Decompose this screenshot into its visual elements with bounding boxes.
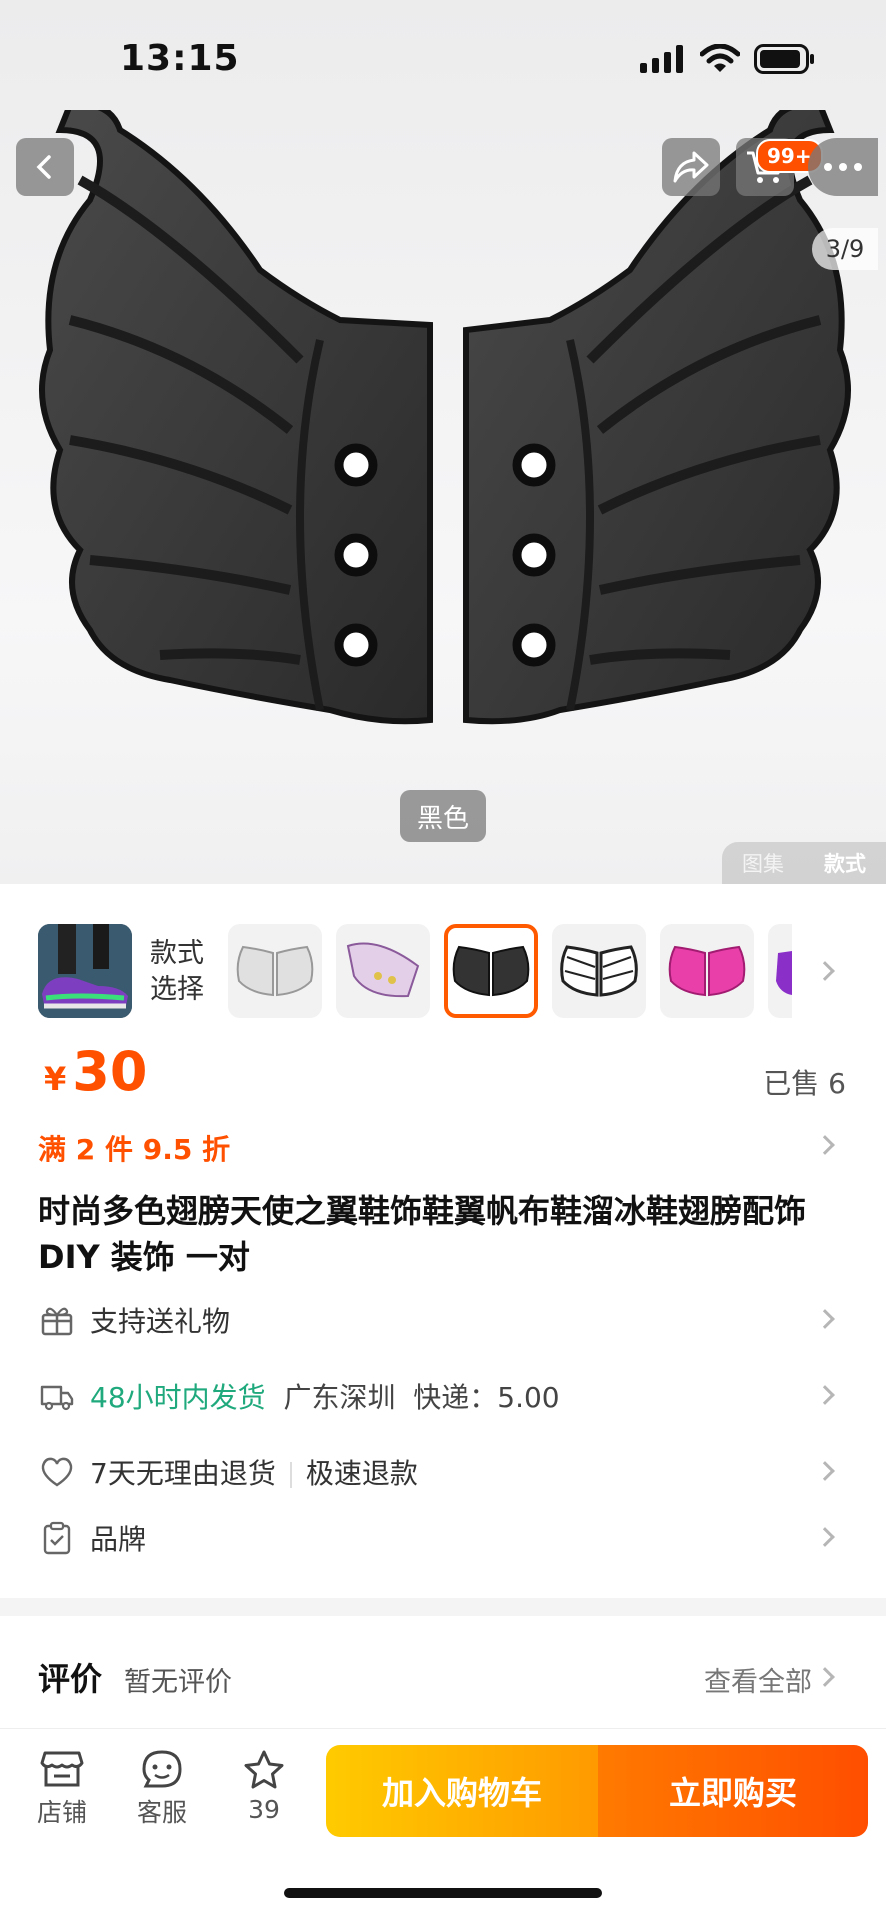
- battery-icon: [754, 44, 814, 74]
- share-icon: [673, 151, 709, 183]
- left-wing: [39, 110, 433, 725]
- brand-text: 品牌: [90, 1523, 147, 1556]
- product-title: 时尚多色翅膀天使之翼鞋饰鞋翼帆布鞋溜冰鞋翅膀配饰 DIY 装饰 一对: [38, 1192, 807, 1276]
- sold-count: 已售 6: [763, 1067, 846, 1100]
- currency-symbol: ¥: [44, 1060, 67, 1098]
- back-button[interactable]: [16, 138, 74, 196]
- price-amount: 30: [72, 1040, 148, 1103]
- gift-icon: [41, 1307, 73, 1336]
- lilac-wings-icon: [346, 942, 420, 998]
- gift-row[interactable]: 支持送礼物: [0, 1290, 886, 1350]
- more-options-button[interactable]: [808, 138, 878, 196]
- customer-service-label: 客服: [136, 1798, 187, 1827]
- chat-face-icon: [142, 1750, 182, 1788]
- cellular-signal-icon: [640, 45, 683, 73]
- chevron-right-icon: [815, 1667, 835, 1687]
- status-bar: 13:15: [0, 0, 886, 120]
- clipboard-check-icon: [43, 1521, 71, 1555]
- star-icon: [244, 1750, 284, 1789]
- store-icon: [40, 1751, 84, 1787]
- striped-wings-icon: [560, 945, 638, 997]
- promotion-text[interactable]: 满 2 件 9.5 折: [38, 1128, 230, 1168]
- refund-text: 极速退款: [305, 1457, 418, 1490]
- chevron-left-icon: [36, 155, 51, 179]
- image-counter: 3/9: [812, 228, 878, 270]
- add-to-cart-button[interactable]: 加入购物车: [326, 1745, 598, 1837]
- customer-service-button[interactable]: 客服: [122, 1749, 202, 1829]
- variant-color-chip: 黑色: [400, 790, 486, 842]
- section-divider: [0, 1598, 886, 1616]
- right-wing: [463, 110, 851, 725]
- style-option-white[interactable]: [228, 924, 322, 1018]
- white-wings-icon: [236, 945, 314, 997]
- chevron-right-icon[interactable]: [815, 961, 835, 981]
- chevron-right-icon: [815, 1309, 835, 1329]
- chevron-right-icon: [815, 1385, 835, 1405]
- status-time: 13:15: [120, 38, 240, 79]
- chevron-right-icon[interactable]: [815, 1135, 835, 1155]
- home-indicator[interactable]: [284, 1888, 602, 1898]
- chevron-right-icon: [815, 1461, 835, 1481]
- sneaker-photo: [38, 924, 132, 1018]
- reviews-title: 评价: [38, 1660, 103, 1698]
- style-selector: 款式 选择: [0, 920, 886, 1020]
- tab-styles[interactable]: 款式: [824, 848, 866, 878]
- style-option-pink[interactable]: [660, 924, 754, 1018]
- share-button[interactable]: [662, 138, 720, 196]
- product-image-black-wings: [39, 110, 851, 725]
- chevron-right-icon: [815, 1527, 835, 1547]
- heart-shield-icon: [41, 1457, 73, 1487]
- delivery-truck-icon: [40, 1385, 74, 1411]
- favorite-button[interactable]: 39: [224, 1749, 304, 1824]
- shop-label: 店铺: [36, 1798, 87, 1827]
- shipping-fee-text: 快递：5.00: [413, 1381, 560, 1414]
- brand-row[interactable]: 品牌: [0, 1508, 886, 1568]
- style-option-purple[interactable]: [768, 924, 792, 1018]
- view-all-reviews-link[interactable]: 查看全部: [704, 1660, 812, 1699]
- shipping-fast-text: 48小时内发货: [90, 1381, 266, 1414]
- more-dots-icon: [824, 163, 832, 171]
- reviews-section[interactable]: 评价 暂无评价 查看全部: [0, 1640, 886, 1710]
- buy-now-button[interactable]: 立即购买: [598, 1745, 868, 1837]
- shipping-origin-text: 广东深圳: [283, 1381, 396, 1414]
- returns-row[interactable]: 7天无理由退货 极速退款: [0, 1442, 886, 1502]
- product-image-gallery[interactable]: 99+ 3/9 黑色 图集 款式: [0, 0, 886, 884]
- gift-text: 支持送礼物: [90, 1305, 231, 1338]
- style-option-black[interactable]: [444, 924, 538, 1018]
- returns-text: 7天无理由退货: [90, 1457, 276, 1490]
- tab-gallery[interactable]: 图集: [742, 848, 784, 878]
- favorite-count: 39: [248, 1795, 280, 1824]
- style-option-lilac[interactable]: [336, 924, 430, 1018]
- style-select-label: 款式 选择: [150, 938, 204, 1005]
- shop-button[interactable]: 店铺: [22, 1749, 102, 1829]
- reviews-status: 暂无评价: [124, 1667, 232, 1698]
- gallery-tabs: 图集 款式: [722, 842, 886, 884]
- pink-wings-icon: [668, 945, 746, 997]
- price: ¥30: [44, 1040, 147, 1103]
- purple-wings-icon: [776, 951, 792, 995]
- style-option-striped[interactable]: [552, 924, 646, 1018]
- black-wings-icon: [452, 945, 530, 997]
- shipping-row[interactable]: 48小时内发货 广东深圳 快递：5.00: [0, 1366, 886, 1426]
- wifi-icon: [700, 44, 740, 72]
- style-main-thumbnail[interactable]: [38, 924, 132, 1018]
- product-page: 99+ 3/9 黑色 图集 款式 13:15 款式 选择 ¥ 30 已售 6 满…: [0, 0, 886, 1920]
